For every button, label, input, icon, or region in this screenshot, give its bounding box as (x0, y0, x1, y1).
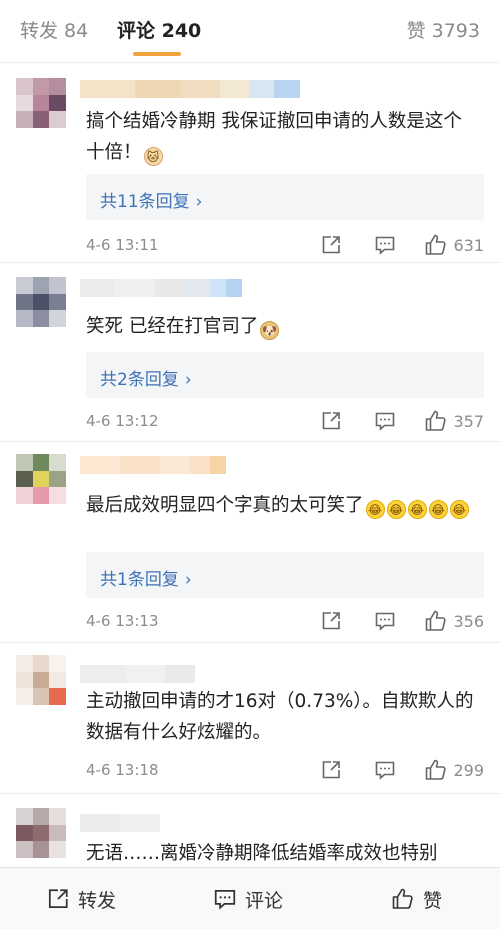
like-count: 299 (453, 761, 484, 780)
comment-meta: 4-6 13:13 356 (86, 610, 484, 634)
comment-text-content: 主动撤回申请的才16对（0.73%）。自欺欺人的数据有什么好炫耀的。 (86, 691, 474, 743)
replies-count: 共1条回复 (100, 570, 179, 590)
comment-text: 笑死 已经在打官司了 🐶 (86, 311, 476, 342)
tab-bar: 转发 84 评论 240 赞 3793 (0, 0, 500, 63)
like-button[interactable]: 赞 (391, 886, 442, 912)
view-replies-link[interactable]: 共11条回复 › (100, 187, 202, 212)
tab-comments[interactable]: 评论 240 (117, 16, 201, 43)
like-count: 357 (453, 412, 484, 431)
divider (0, 441, 500, 442)
laugh-cry-emoji-icon: 😂 (386, 500, 406, 519)
comment-meta: 4-6 13:18 299 (86, 759, 484, 783)
comment-text-content: 无语……离婚冷静期降低结婚率成效也特别 (86, 843, 438, 864)
like-count: 631 (453, 236, 484, 255)
username[interactable] (80, 279, 242, 297)
tab-reposts[interactable]: 转发 84 (20, 16, 88, 43)
replies-box[interactable]: 共1条回复 › (86, 552, 484, 598)
bottom-action-bar: 转发 评论 赞 (0, 867, 500, 929)
comment-icon[interactable] (374, 759, 396, 781)
comment-text-content: 最后成效明显四个字真的太可笑了 (86, 495, 364, 516)
comment-icon[interactable] (374, 610, 396, 632)
timestamp: 4-6 13:18 (86, 761, 159, 779)
comment-text: 主动撤回申请的才16对（0.73%）。自欺欺人的数据有什么好炫耀的。 (86, 686, 476, 748)
share-icon[interactable] (320, 234, 342, 256)
share-icon (48, 889, 68, 909)
share-icon[interactable] (320, 410, 342, 432)
thumbs-up-icon[interactable] (424, 409, 448, 433)
like-count: 356 (453, 612, 484, 631)
laugh-cry-emoji-icon: 😂 (365, 500, 385, 519)
tab-likes[interactable]: 赞 3793 (407, 16, 480, 43)
avatar[interactable] (16, 454, 66, 504)
comment-text-content: 笑死 已经在打官司了 (86, 316, 259, 337)
divider (0, 793, 500, 794)
comment-icon (214, 889, 236, 910)
comment-text: 无语……离婚冷静期降低结婚率成效也特别 (86, 838, 476, 869)
view-replies-link[interactable]: 共1条回复 › (100, 565, 192, 590)
repost-button[interactable]: 转发 (46, 886, 116, 912)
thumbs-up-icon[interactable] (424, 233, 448, 257)
avatar[interactable] (16, 655, 66, 705)
divider (0, 262, 500, 263)
replies-box[interactable]: 共2条回复 › (86, 352, 484, 398)
comment-text-content: 搞个结婚冷静期 我保证撤回申请的人数是这个十倍！ (86, 111, 462, 163)
username[interactable] (80, 665, 195, 683)
comment-icon[interactable] (374, 410, 396, 432)
doge-emoji-icon: 🐶 (260, 321, 280, 340)
thumbs-up-icon[interactable] (424, 609, 448, 633)
thumbs-up-icon[interactable] (424, 758, 448, 782)
replies-box[interactable]: 共11条回复 › (86, 174, 484, 220)
avatar[interactable] (16, 277, 66, 327)
chevron-right-icon: › (184, 370, 192, 390)
comment-icon[interactable] (374, 234, 396, 256)
share-icon[interactable] (320, 610, 342, 632)
replies-count: 共2条回复 (100, 370, 179, 390)
cat-emoji-icon: 🐱 (143, 147, 163, 166)
chevron-right-icon: › (195, 192, 203, 212)
share-icon[interactable] (320, 759, 342, 781)
username[interactable] (80, 456, 226, 474)
divider (0, 642, 500, 643)
laugh-cry-emoji-icon: 😂 (407, 500, 427, 519)
comment-text: 最后成效明显四个字真的太可笑了 😂 😂 😂 😂 😂 (86, 490, 476, 521)
timestamp: 4-6 13:11 (86, 236, 159, 254)
avatar[interactable] (16, 78, 66, 128)
tab-active-indicator (133, 52, 181, 56)
replies-count: 共11条回复 (100, 192, 190, 212)
timestamp: 4-6 13:12 (86, 412, 159, 430)
avatar[interactable] (16, 808, 66, 858)
laugh-cry-emoji-icon: 😂 (428, 500, 448, 519)
username[interactable] (80, 80, 300, 98)
comment-label: 评论 (245, 889, 284, 912)
comment-meta: 4-6 13:11 631 (86, 234, 484, 258)
username[interactable] (80, 814, 160, 832)
like-label: 赞 (423, 889, 443, 912)
timestamp: 4-6 13:13 (86, 612, 159, 630)
view-replies-link[interactable]: 共2条回复 › (100, 365, 192, 390)
laugh-cry-emoji-icon: 😂 (449, 500, 469, 519)
comment-meta: 4-6 13:12 357 (86, 410, 484, 434)
repost-label: 转发 (78, 889, 117, 912)
comment-text: 搞个结婚冷静期 我保证撤回申请的人数是这个十倍！ 🐱 (86, 106, 476, 168)
comment-button[interactable]: 评论 (213, 886, 500, 912)
chevron-right-icon: › (184, 570, 192, 590)
thumbs-up-icon (392, 888, 413, 909)
